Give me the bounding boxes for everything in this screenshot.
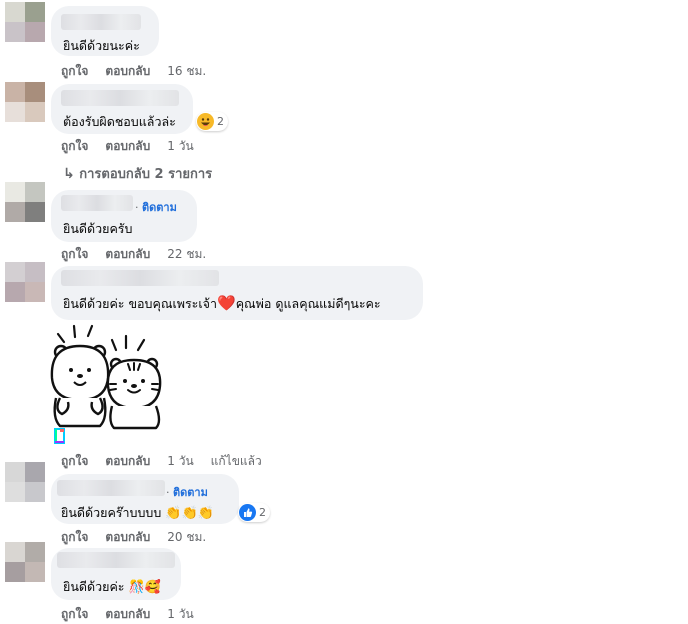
timestamp[interactable]: 16 ชม. — [167, 62, 206, 81]
comment-text: ยินดีด้วยค่ะ 🎊🥰 — [63, 579, 161, 595]
reaction-count: 2 — [259, 506, 266, 519]
comment-text: ยินดีด้วยคร๊าบบบบ 👏👏👏 — [61, 505, 214, 521]
avatar[interactable] — [5, 542, 45, 582]
comment-actions: ถูกใจ ตอบกลับ 20 ชม. — [61, 528, 223, 547]
like-action[interactable]: ถูกใจ — [61, 245, 88, 264]
follow-link[interactable]: · ติดตาม — [166, 483, 208, 501]
bear-and-tiger-sticker[interactable] — [48, 318, 168, 433]
celebration-emojis: 🎊🥰 — [128, 580, 161, 595]
avatar[interactable] — [5, 182, 45, 222]
reply-action[interactable]: ตอบกลับ — [105, 137, 150, 156]
reply-arrow-icon: ↳ — [63, 166, 75, 182]
comment-actions: ถูกใจ ตอบกลับ 1 วัน แก้ไขแล้ว — [61, 452, 279, 471]
timestamp[interactable]: 22 ชม. — [167, 245, 206, 264]
giphy-icon[interactable] — [54, 428, 66, 444]
comment-text: ยินดีด้วยค่ะ ขอบคุณเพระเจ้า❤️คุณพ่อ ดูแล… — [63, 294, 381, 312]
avatar[interactable] — [5, 462, 45, 502]
author-name-redacted[interactable] — [61, 270, 219, 286]
edited-label: แก้ไขแล้ว — [210, 454, 262, 468]
reaction-badge[interactable]: 2 — [196, 112, 228, 131]
reaction-badge[interactable]: 2 — [238, 503, 270, 522]
view-replies-link[interactable]: ↳ การตอบกลับ 2 รายการ — [63, 163, 212, 184]
author-name-redacted[interactable] — [57, 552, 175, 568]
like-action[interactable]: ถูกใจ — [61, 137, 88, 156]
avatar[interactable] — [5, 2, 45, 42]
haha-icon — [197, 113, 214, 130]
reply-action[interactable]: ตอบกลับ — [105, 452, 150, 471]
timestamp[interactable]: 1 วัน — [167, 452, 193, 471]
comment-text: ยินดีด้วยครับ — [63, 221, 133, 236]
comment-text: ต้องรับผิดชอบแล้วล่ะ — [63, 114, 176, 129]
avatar[interactable] — [5, 82, 45, 122]
author-name-redacted[interactable] — [61, 195, 133, 211]
comment-bubble: ต้องรับผิดชอบแล้วล่ะ — [51, 84, 193, 134]
comment-bubble: · ติดตาม ยินดีด้วยคร๊าบบบบ 👏👏👏 — [51, 474, 239, 524]
reply-action[interactable]: ตอบกลับ — [105, 62, 150, 81]
reply-action[interactable]: ตอบกลับ — [105, 605, 150, 624]
like-action[interactable]: ถูกใจ — [61, 528, 88, 547]
clap-emojis: 👏👏👏 — [165, 506, 214, 521]
comment-actions: ถูกใจ ตอบกลับ 16 ชม. — [61, 62, 223, 81]
reply-action[interactable]: ตอบกลับ — [105, 245, 150, 264]
timestamp[interactable]: 1 วัน — [167, 605, 193, 624]
avatar[interactable] — [5, 262, 45, 302]
like-icon — [239, 504, 256, 521]
like-action[interactable]: ถูกใจ — [61, 605, 88, 624]
comment-bubble: · ติดตาม ยินดีด้วยครับ — [51, 190, 197, 242]
author-name-redacted[interactable] — [61, 90, 179, 106]
comment-text: ยินดีด้วยนะค่ะ — [63, 38, 140, 53]
comment-actions: ถูกใจ ตอบกลับ 1 วัน — [61, 605, 211, 624]
author-name-redacted[interactable] — [57, 480, 165, 496]
like-action[interactable]: ถูกใจ — [61, 62, 88, 81]
view-replies-label: การตอบกลับ 2 รายการ — [79, 167, 213, 182]
comment-bubble: ยินดีด้วยนะค่ะ — [51, 6, 159, 56]
comment-actions: ถูกใจ ตอบกลับ 1 วัน — [61, 137, 211, 156]
author-name-redacted[interactable] — [61, 14, 141, 30]
like-action[interactable]: ถูกใจ — [61, 452, 88, 471]
timestamp[interactable]: 1 วัน — [167, 137, 193, 156]
comment-bubble: ยินดีด้วยค่ะ ขอบคุณเพระเจ้า❤️คุณพ่อ ดูแล… — [51, 266, 423, 320]
reply-action[interactable]: ตอบกลับ — [105, 528, 150, 547]
reaction-count: 2 — [217, 115, 224, 128]
comment-actions: ถูกใจ ตอบกลับ 22 ชม. — [61, 245, 223, 264]
follow-link[interactable]: · ติดตาม — [135, 198, 177, 216]
comment-bubble: ยินดีด้วยค่ะ 🎊🥰 — [51, 548, 181, 600]
heart-emoji: ❤️ — [217, 294, 236, 312]
timestamp[interactable]: 20 ชม. — [167, 528, 206, 547]
